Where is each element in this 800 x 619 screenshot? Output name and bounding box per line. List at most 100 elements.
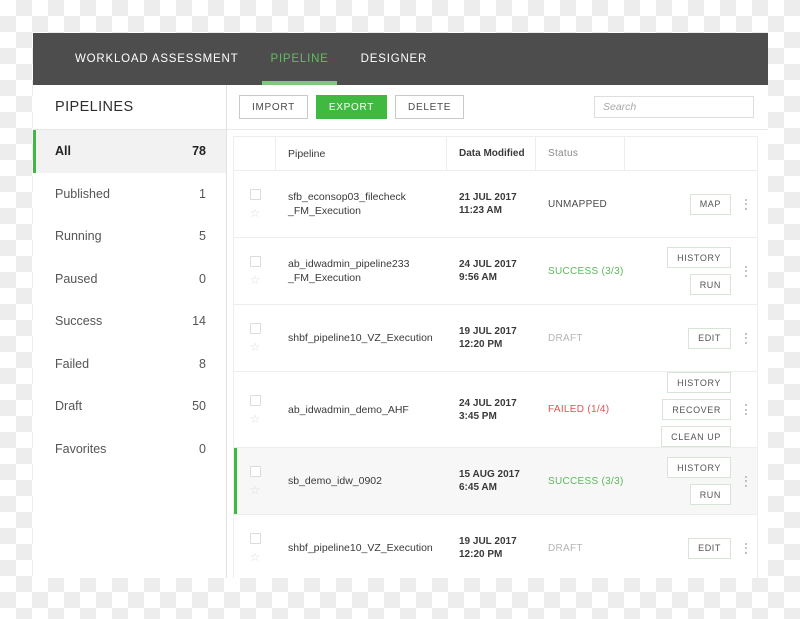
checkbox-icon[interactable] [249,466,261,477]
sidebar-item-label: All [55,144,71,159]
kebab-menu-icon[interactable] [735,332,757,344]
top-navigation-bar: WORKLOAD ASSESSMENT PIPELINE DESIGNER [33,33,768,85]
time-value: 12:20 PM [459,339,503,350]
history-button[interactable]: HISTORY [667,372,731,393]
status-badge: SUCCESS (3/3) [548,475,624,487]
checkbox-icon[interactable] [249,256,261,267]
recover-button[interactable]: RECOVER [662,399,731,420]
data-modified: 19 JUL 2017 12:20 PM [447,305,536,371]
star-icon[interactable]: ☆ [250,341,261,353]
clean-up-button[interactable]: CLEAN UP [661,426,731,447]
row-select-cell: ☆ [234,305,276,371]
pipeline-name[interactable]: sb_demo_idw_0902 [276,448,447,514]
sidebar-item-label: Published [55,186,110,201]
column-header-pipeline[interactable]: Pipeline [276,137,447,170]
export-button[interactable]: EXPORT [315,95,388,119]
toolbar: IMPORT EXPORT DELETE [227,85,768,130]
star-icon[interactable]: ☆ [250,207,261,219]
row-select-cell: ☆ [234,372,276,447]
pipeline-name[interactable]: shbf_pipeline10_VZ_Execution [276,515,447,578]
nav-tab-pipeline[interactable]: PIPELINE [254,33,344,85]
sidebar-item-failed[interactable]: Failed 8 [33,343,226,386]
data-modified: 24 JUL 2017 3:45 PM [447,372,536,447]
sidebar-item-label: Favorites [55,441,107,456]
map-button[interactable]: MAP [689,193,731,215]
status-cell: UNMAPPED [536,171,625,237]
checkbox-icon[interactable] [249,533,261,544]
sidebar-item-count: 0 [199,441,206,456]
action-button-group: HISTORY RUN [637,457,731,505]
sidebar-item-count: 0 [199,271,206,286]
pipeline-name[interactable]: ab_idwadmin_pipeline233 _FM_Execution [276,238,447,304]
column-header-status[interactable]: Status [536,137,625,170]
table-row[interactable]: ☆ shbf_pipeline10_VZ_Execution 19 JUL 2017… [234,305,757,372]
pipeline-name[interactable]: shbf_pipeline10_VZ_Execution [276,305,447,371]
checkbox-icon[interactable] [249,189,261,200]
sidebar-item-running[interactable]: Running 5 [33,215,226,258]
star-icon[interactable]: ☆ [250,551,261,563]
date-value: 15 AUG 2017 [459,469,520,480]
kebab-menu-icon[interactable] [735,198,757,210]
sidebar-item-label: Failed [55,356,90,371]
checkbox-icon[interactable] [249,323,261,334]
sidebar-item-count: 14 [192,314,206,329]
row-actions: HISTORY RUN [625,448,735,514]
history-button[interactable]: HISTORY [667,457,731,478]
action-button-group: EDIT [688,537,731,559]
status-cell: DRAFT [536,515,625,578]
time-value: 11:23 AM [459,205,502,216]
status-badge: UNMAPPED [548,198,608,210]
table-row[interactable]: ☆ shbf_pipeline10_VZ_Execution 19 JUL 2017… [234,515,757,578]
time-value: 12:20 PM [459,549,503,560]
delete-button[interactable]: DELETE [395,95,465,119]
nav-tab-workload-assessment[interactable]: WORKLOAD ASSESSMENT [59,33,254,85]
data-modified: 19 JUL 2017 12:20 PM [447,515,536,578]
row-select-cell: ☆ [234,171,276,237]
checkbox-icon[interactable] [249,394,261,406]
time-value: 3:45 PM [459,410,497,422]
sidebar-filter-list: All 78 Published 1 Running 5 Paused 0 Success 14 F… [33,130,226,470]
sidebar-item-label: Draft [55,399,83,414]
table-row[interactable]: ☆ sfb_econsop03_filecheck _FM_Execution 21 … [234,171,757,238]
sidebar-item-success[interactable]: Success 14 [33,300,226,343]
edit-button[interactable]: EDIT [688,537,731,559]
column-header-select [234,137,276,170]
pipeline-name[interactable]: ab_idwadmin_demo_AHF [276,372,447,447]
sidebar-item-count: 78 [192,144,206,159]
row-actions: EDIT [625,515,735,578]
kebab-menu-icon[interactable] [735,265,757,277]
kebab-menu-icon[interactable] [735,404,757,415]
pipeline-name[interactable]: sfb_econsop03_filecheck _FM_Execution [276,171,447,237]
import-button[interactable]: IMPORT [239,95,308,119]
edit-button[interactable]: EDIT [688,327,731,349]
table-header-row: Pipeline Data Modified Status [234,137,757,171]
status-cell: SUCCESS (3/3) [536,448,625,514]
date-value: 19 JUL 2017 [459,536,517,547]
history-button[interactable]: HISTORY [667,247,731,268]
kebab-menu-icon[interactable] [735,542,757,554]
table-row[interactable]: ☆ sb_demo_idw_0902 15 AUG 2017 6:45 AM SUCCE… [234,448,757,515]
search-input[interactable] [594,96,754,118]
star-icon[interactable]: ☆ [250,413,261,425]
star-icon[interactable]: ☆ [250,484,261,496]
sidebar-item-label: Paused [55,271,98,286]
pipelines-table: Pipeline Data Modified Status ☆ sfb_econs… [233,136,758,578]
column-header-data-modified[interactable]: Data Modified [447,137,536,170]
nav-tab-designer[interactable]: DESIGNER [345,33,443,85]
sidebar-item-paused[interactable]: Paused 0 [33,258,226,301]
sidebar-item-published[interactable]: Published 1 [33,173,226,216]
run-button[interactable]: RUN [689,274,731,295]
data-modified: 24 JUL 2017 9:56 AM [447,238,536,304]
row-actions: EDIT [625,305,735,371]
sidebar-item-draft[interactable]: Draft 50 [33,385,226,428]
status-cell: SUCCESS (3/3) [536,238,625,304]
table-row[interactable]: ☆ ab_idwadmin_pipeline233 _FM_Execution 24 … [234,238,757,305]
star-icon[interactable]: ☆ [250,274,261,286]
row-actions: HISTORY RECOVER CLEAN UP [625,372,735,447]
sidebar-item-favorites[interactable]: Favorites 0 [33,428,226,471]
kebab-menu-icon[interactable] [735,475,757,487]
table-row[interactable]: ☆ ab_idwadmin_demo_AHF 24 JUL 2017 3:45 PM F… [234,372,757,448]
data-modified: 21 JUL 2017 11:23 AM [447,171,536,237]
sidebar-item-all[interactable]: All 78 [33,130,226,173]
run-button[interactable]: RUN [689,484,731,505]
